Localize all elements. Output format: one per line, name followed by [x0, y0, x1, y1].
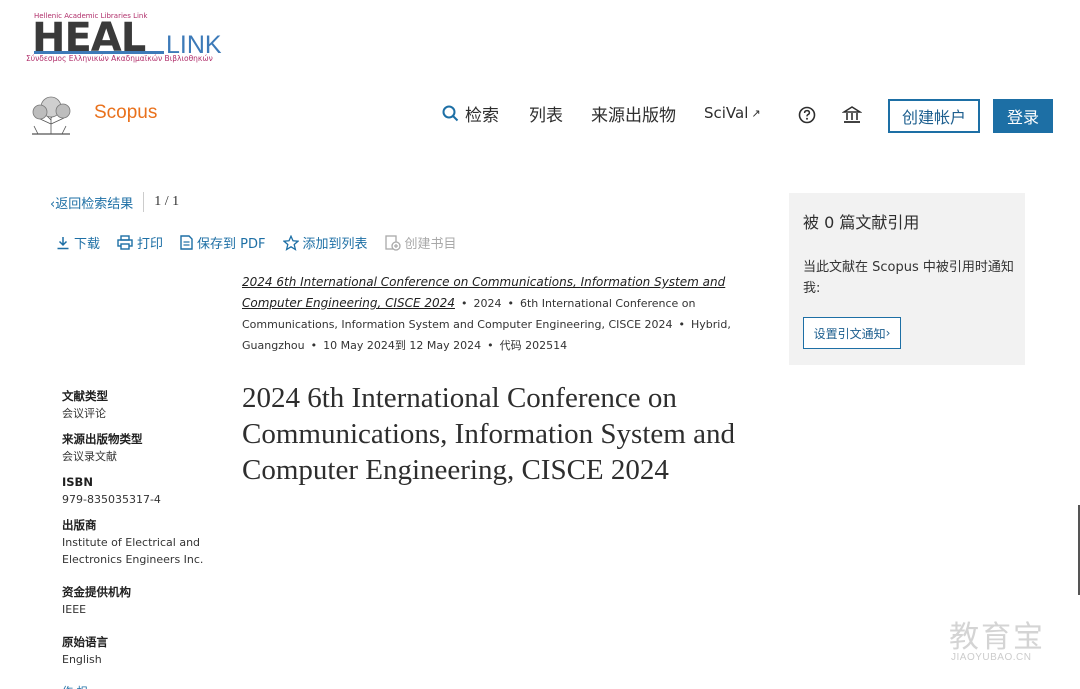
print-label: 打印 [137, 237, 164, 252]
meta-value: 979-835035317-4 [62, 493, 161, 506]
watermark-cn: 教育宝 [949, 620, 1045, 655]
source-code: 代码 202514 [499, 339, 568, 352]
meta-value: IEEE [62, 603, 87, 616]
document-title: 2024 6th International Conference on Com… [242, 382, 735, 486]
meta-label: 资金提供机构 [62, 585, 131, 599]
separator-dot: • [678, 318, 686, 331]
meta-document-type: 文献类型 会议评论 [62, 388, 222, 422]
document-toolbar: 下载 打印 保存到 PDF 添加到列表 创建书目 [56, 233, 474, 252]
print-button[interactable]: 打印 [117, 233, 163, 252]
download-label: 下载 [74, 237, 101, 252]
meta-label: 来源出版物类型 [62, 432, 143, 446]
download-icon [57, 236, 69, 249]
help-icon[interactable] [798, 106, 816, 124]
meta-value: English [62, 653, 102, 666]
meta-label: 原始语言 [62, 635, 108, 649]
nav-sources-label: 来源出版物 [591, 106, 676, 126]
bibliography-icon [384, 234, 401, 251]
nav-search[interactable]: 检索 [442, 101, 499, 126]
back-to-results-label: 返回检索结果 [55, 196, 134, 212]
nav-list-label: 列表 [529, 106, 563, 126]
meta-value: 会议评论 [62, 407, 106, 420]
separator-dot: • [507, 297, 514, 310]
nav-sources[interactable]: 来源出版物 [591, 101, 676, 126]
back-to-results-link[interactable]: ‹返回检索结果 [50, 193, 133, 212]
nav-list[interactable]: 列表 [529, 101, 563, 126]
star-icon [282, 234, 299, 251]
meta-publisher: 出版商 Institute of Electrical and Electron… [62, 517, 222, 568]
institution-icon[interactable] [842, 105, 862, 125]
meta-label: 出版商 [62, 518, 97, 532]
nav-scival[interactable]: SciVal ↗ [704, 104, 761, 122]
logo-sub-text: Σύνδεσμος Ελληνικών Ακαδημαϊκών Βιβλιοθη… [26, 54, 213, 63]
meta-label: ISBN [62, 475, 93, 489]
source-info: 2024 6th International Conference on Com… [242, 272, 782, 356]
save-pdf-label: 保存到 PDF [197, 237, 266, 252]
download-button[interactable]: 下载 [56, 233, 100, 252]
create-account-button[interactable]: 创建帐户 [888, 99, 980, 133]
elsevier-tree-logo[interactable] [26, 94, 76, 136]
search-icon [442, 105, 459, 122]
create-bibliography-label: 创建书目 [404, 237, 457, 252]
meta-value: Institute of Electrical and Electronics … [62, 536, 204, 566]
cited-by-description: 当此文献在 Scopus 中被引用时通知我: [803, 260, 1014, 296]
nav-search-label: 检索 [465, 106, 499, 126]
chevron-right-icon: › [885, 326, 891, 340]
meta-language: 原始语言 English [62, 634, 222, 668]
separator-dot: • [487, 339, 494, 352]
save-pdf-button[interactable]: 保存到 PDF [180, 233, 266, 252]
source-year: 2024 [473, 297, 502, 310]
cited-by-panel: 被 0 篇文献引用 当此文献在 Scopus 中被引用时通知我: 设置引文通知 › [789, 193, 1025, 365]
scopus-brand[interactable]: Scopus [94, 102, 157, 124]
pdf-icon [180, 235, 193, 250]
nav-scival-label: SciVal [704, 104, 749, 122]
set-citation-alert-button[interactable]: 设置引文通知 › [803, 317, 901, 349]
meta-cutoff-text: 作 相 [62, 683, 88, 689]
add-to-list-label: 添加到列表 [302, 237, 368, 252]
login-button[interactable]: 登录 [993, 99, 1053, 133]
meta-funding: 资金提供机构 IEEE [62, 584, 222, 618]
add-to-list-button[interactable]: 添加到列表 [282, 233, 368, 252]
back-row: ‹返回检索结果 1 / 1 [50, 192, 179, 212]
source-dates: 10 May 2024到 12 May 2024 [323, 339, 482, 352]
cited-by-title: 被 0 篇文献引用 [803, 213, 920, 232]
divider [143, 192, 145, 212]
separator-dot: • [310, 339, 318, 352]
external-link-icon: ↗ [751, 106, 761, 120]
meta-label: 文献类型 [62, 389, 108, 403]
print-icon [117, 235, 133, 250]
heal-link-logo[interactable]: Hellenic Academic Libraries Link HEAL LI… [26, 12, 222, 68]
set-citation-alert-label: 设置引文通知 [813, 326, 886, 341]
result-pager: 1 / 1 [154, 194, 180, 209]
watermark: 教育宝 JIAOYUBAO.CN [945, 612, 1063, 668]
watermark-en: JIAOYUBAO.CN [951, 652, 1032, 663]
meta-isbn: ISBN 979-835035317-4 [62, 474, 222, 508]
create-bibliography-button[interactable]: 创建书目 [384, 233, 457, 252]
meta-value: 会议录文献 [62, 450, 117, 463]
separator-dot: • [460, 297, 468, 310]
meta-source-type: 来源出版物类型 会议录文献 [62, 431, 222, 465]
